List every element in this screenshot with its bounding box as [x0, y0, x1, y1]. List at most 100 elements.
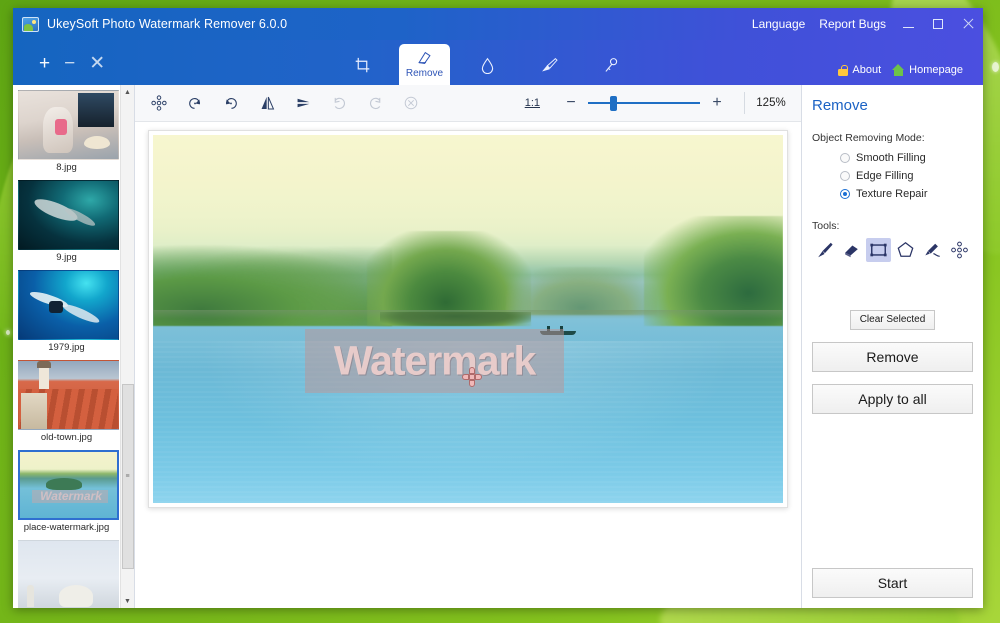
thumbnail-image — [18, 540, 119, 608]
radio-button-icon-selected — [840, 189, 850, 199]
eraser-tool-icon — [842, 241, 861, 259]
tab-key[interactable] — [586, 45, 636, 85]
scroll-up-arrow-icon[interactable]: ▲ — [121, 85, 135, 99]
key-icon — [603, 57, 619, 74]
watermark-selection-box[interactable]: Watermark — [305, 329, 563, 393]
thumbnail-image — [18, 180, 119, 250]
about-link[interactable]: About — [838, 64, 887, 76]
pan-move-button[interactable] — [141, 88, 177, 118]
list-item-selected[interactable]: Watermark place-watermark.jpg — [13, 447, 120, 537]
remove-file-button[interactable]: − — [64, 54, 75, 73]
rectangle-select-tool-button[interactable] — [866, 238, 891, 262]
list-item[interactable]: 8.jpg — [13, 87, 120, 177]
maximize-icon — [933, 19, 943, 29]
scrollbar-track[interactable]: ≡ — [121, 99, 135, 594]
zoom-slider[interactable] — [588, 94, 700, 112]
canvas-column: 1:1 − + 125% — [135, 85, 801, 608]
rotate-left-button[interactable] — [177, 88, 213, 118]
toolbar-divider — [744, 92, 745, 114]
zoom-in-button[interactable]: + — [700, 95, 734, 111]
zoom-slider-knob[interactable] — [610, 96, 617, 111]
clear-files-button[interactable]: ✕ — [89, 54, 105, 73]
move-tool-button[interactable] — [947, 238, 972, 262]
tab-watermark[interactable] — [462, 45, 512, 85]
lock-icon — [838, 65, 848, 76]
image-canvas-area[interactable]: Watermark — [135, 122, 801, 608]
thumbnail-image — [18, 360, 119, 430]
rotate-right-button[interactable] — [213, 88, 249, 118]
list-item[interactable]: 9.jpg — [13, 177, 120, 267]
eraser-tool-button[interactable] — [839, 238, 864, 262]
rotate-right-icon — [223, 95, 239, 111]
add-files-button[interactable]: + — [39, 54, 50, 73]
radio-edge-filling[interactable]: Edge Filling — [840, 170, 973, 182]
fit-one-to-one-button[interactable]: 1:1 — [511, 97, 554, 109]
remove-options-panel: Remove Object Removing Mode: Smooth Fill… — [801, 85, 983, 608]
thumbnail-image — [18, 90, 119, 160]
undo-icon — [331, 95, 348, 111]
window-title: UkeySoft Photo Watermark Remover 6.0.0 — [47, 17, 287, 31]
undo-button[interactable] — [321, 88, 357, 118]
list-item[interactable]: old-town.jpg — [13, 357, 120, 447]
titlebar-right-group: Language Report Bugs — [745, 8, 983, 40]
clear-selected-button[interactable]: Clear Selected — [850, 310, 935, 330]
flip-vertical-button[interactable] — [285, 88, 321, 118]
minimize-icon — [903, 27, 914, 28]
remove-button[interactable]: Remove — [812, 342, 973, 372]
tab-remove-label: Remove — [406, 68, 443, 79]
photo-lake-landscape[interactable]: Watermark — [153, 135, 783, 503]
radio-button-icon — [840, 153, 850, 163]
radio-smooth-filling[interactable]: Smooth Filling — [840, 152, 973, 164]
move-cursor — [462, 367, 482, 387]
thumbnail-sidebar: 8.jpg 9.jpg 1979.jpg old-town.jpg Wate — [13, 85, 135, 608]
thumbnail-label: place-watermark.jpg — [18, 520, 115, 536]
panel-title: Remove — [812, 97, 973, 114]
flip-horizontal-icon — [259, 95, 276, 111]
lasso-tool-button[interactable] — [920, 238, 945, 262]
zoom-slider-track — [588, 102, 700, 104]
minimize-button[interactable] — [893, 8, 923, 40]
close-button[interactable] — [953, 8, 983, 40]
eraser-icon — [416, 50, 433, 66]
list-item[interactable] — [13, 537, 120, 608]
tools-label: Tools: — [812, 220, 973, 232]
file-action-group: + − ✕ — [13, 54, 105, 85]
reset-icon — [403, 95, 419, 111]
pan-move-icon — [151, 95, 167, 111]
language-link[interactable]: Language — [745, 8, 812, 40]
brush-tool-button[interactable] — [812, 238, 837, 262]
backdrop-dewdrop — [992, 62, 999, 72]
flip-horizontal-button[interactable] — [249, 88, 285, 118]
about-label: About — [852, 64, 881, 76]
brush-icon — [540, 57, 558, 73]
rectangle-select-tool-icon — [869, 241, 888, 259]
backdrop-dewdrop — [6, 330, 10, 335]
start-button[interactable]: Start — [812, 568, 973, 598]
application-window: UkeySoft Photo Watermark Remover 6.0.0 L… — [13, 8, 983, 608]
radio-texture-repair[interactable]: Texture Repair — [840, 188, 973, 200]
apply-to-all-button[interactable]: Apply to all — [812, 384, 973, 414]
report-bugs-link[interactable]: Report Bugs — [812, 8, 893, 40]
homepage-link[interactable]: Homepage — [892, 64, 969, 76]
scroll-down-arrow-icon[interactable]: ▼ — [121, 594, 135, 608]
tab-crop[interactable] — [337, 45, 387, 85]
thumbnail-watermark-text: Watermark — [36, 490, 106, 503]
canvas-toolbar: 1:1 − + 125% — [135, 85, 801, 122]
reset-button[interactable] — [393, 88, 429, 118]
list-item[interactable]: 1979.jpg — [13, 267, 120, 357]
redo-button[interactable] — [357, 88, 393, 118]
scrollbar-thumb[interactable]: ≡ — [122, 384, 134, 569]
close-icon — [962, 18, 974, 30]
thumbnail-list[interactable]: 8.jpg 9.jpg 1979.jpg old-town.jpg Wate — [13, 85, 120, 608]
tab-brush[interactable] — [524, 45, 574, 85]
radio-button-icon — [840, 171, 850, 181]
crop-icon — [354, 57, 371, 74]
sidebar-scrollbar[interactable]: ▲ ≡ ▼ — [120, 85, 134, 608]
flip-vertical-icon — [295, 95, 312, 111]
rotate-left-icon — [187, 95, 203, 111]
zoom-out-button[interactable]: − — [554, 95, 588, 111]
maximize-button[interactable] — [923, 8, 953, 40]
tab-remove[interactable]: Remove — [399, 44, 450, 85]
polygon-select-tool-button[interactable] — [893, 238, 918, 262]
zoom-percent-label: 125% — [755, 97, 795, 109]
